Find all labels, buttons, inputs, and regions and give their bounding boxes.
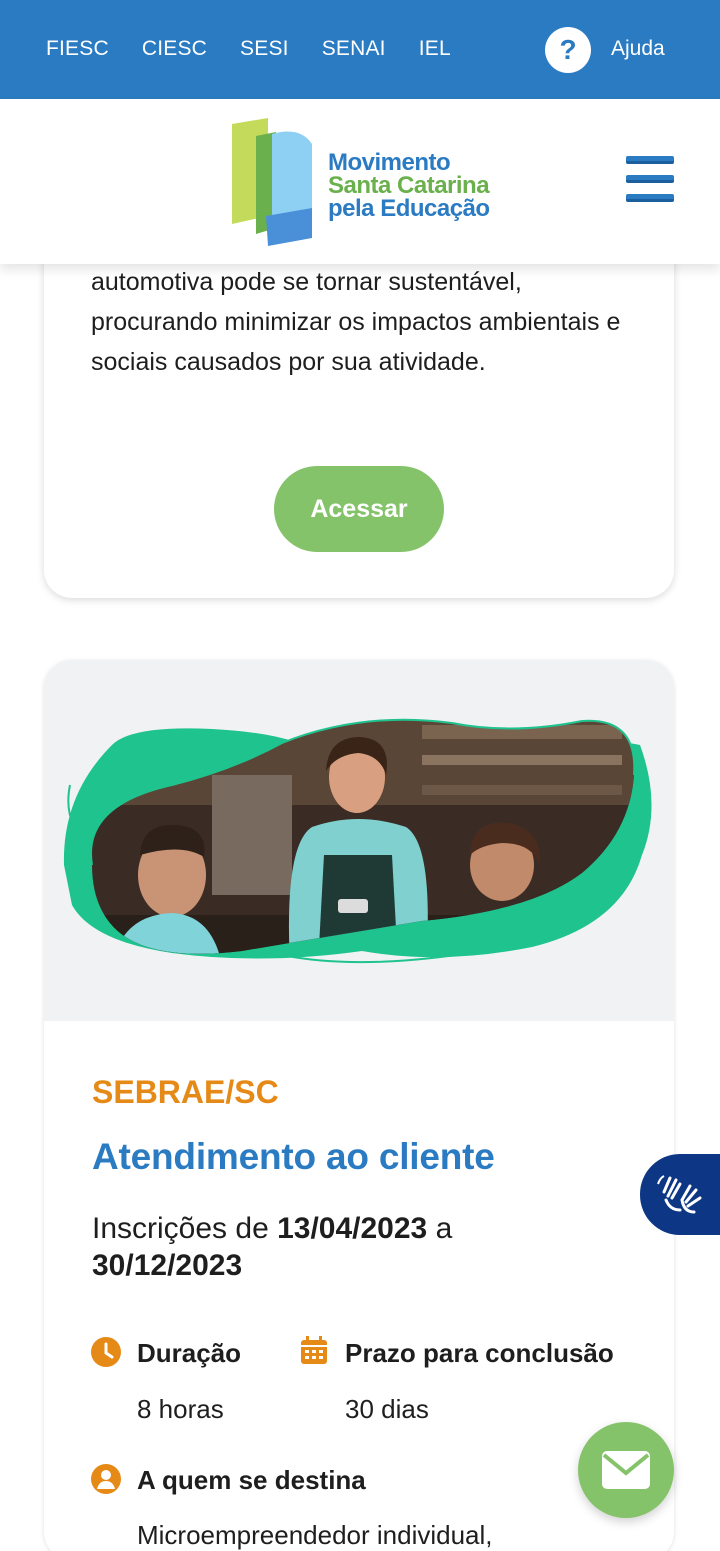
dates-prefix: Inscrições de bbox=[92, 1212, 269, 1245]
nav-link-senai[interactable]: SENAI bbox=[322, 37, 386, 61]
logo-line-2: Santa Catarina bbox=[328, 172, 490, 199]
logo-line-1: Movimento bbox=[328, 149, 451, 176]
menu-bar bbox=[626, 194, 674, 202]
logo-wordmark[interactable]: Movimento Santa Catarina pela Educação bbox=[328, 149, 490, 222]
end-date: 30/12/2023 bbox=[92, 1249, 243, 1282]
access-button[interactable]: Acessar bbox=[274, 466, 444, 552]
top-institution-bar: FIESC CIESC SESI SENAI IEL ? Ajuda bbox=[0, 0, 720, 99]
deadline-value: 30 dias bbox=[345, 1394, 429, 1424]
sign-language-hands-icon bbox=[657, 1175, 702, 1214]
help-link[interactable]: Ajuda bbox=[611, 37, 665, 61]
course-provider: SEBRAE/SC bbox=[92, 1074, 279, 1110]
clock-icon bbox=[91, 1337, 121, 1367]
help-icon[interactable]: ? bbox=[545, 27, 591, 73]
course-image-area bbox=[44, 660, 674, 1021]
dates-connector: a bbox=[435, 1212, 453, 1245]
nav-link-sesi[interactable]: SESI bbox=[240, 37, 289, 61]
duration-label: Duração bbox=[137, 1338, 242, 1368]
logo-mark[interactable] bbox=[228, 116, 316, 248]
menu-bar bbox=[626, 175, 674, 183]
libras-accessibility-button[interactable] bbox=[640, 1154, 720, 1235]
duration-value: 8 horas bbox=[137, 1394, 224, 1424]
course-card: SEBRAE/SC Atendimento ao cliente Inscriç… bbox=[44, 660, 674, 1551]
nav-link-iel[interactable]: IEL bbox=[419, 37, 451, 61]
site-header: Movimento Santa Catarina pela Educação bbox=[0, 99, 720, 264]
audience-value: Microempreendedor individual, bbox=[137, 1520, 493, 1550]
course-description: automotiva pode se tornar sustentável, p… bbox=[91, 268, 621, 376]
start-date: 13/04/2023 bbox=[277, 1212, 428, 1245]
institution-nav: FIESC CIESC SESI SENAI IEL bbox=[46, 37, 484, 61]
deadline-label: Prazo para conclusão bbox=[345, 1338, 614, 1368]
course-title[interactable]: Atendimento ao cliente bbox=[92, 1136, 495, 1178]
menu-bar bbox=[626, 156, 674, 164]
nav-link-fiesc[interactable]: FIESC bbox=[46, 37, 109, 61]
calendar-icon bbox=[301, 1336, 327, 1364]
contact-button[interactable] bbox=[578, 1422, 674, 1518]
person-icon bbox=[91, 1464, 121, 1494]
envelope-icon bbox=[602, 1451, 650, 1489]
nav-link-ciesc[interactable]: CIESC bbox=[142, 37, 207, 61]
hamburger-menu-icon[interactable] bbox=[626, 156, 674, 206]
audience-label: A quem se destina bbox=[137, 1465, 366, 1495]
logo-line-3: pela Educação bbox=[328, 195, 490, 222]
course-hero-image bbox=[63, 718, 652, 964]
enrollment-dates: Inscrições de 13/04/2023 a 30/12/2023 bbox=[92, 1210, 652, 1284]
